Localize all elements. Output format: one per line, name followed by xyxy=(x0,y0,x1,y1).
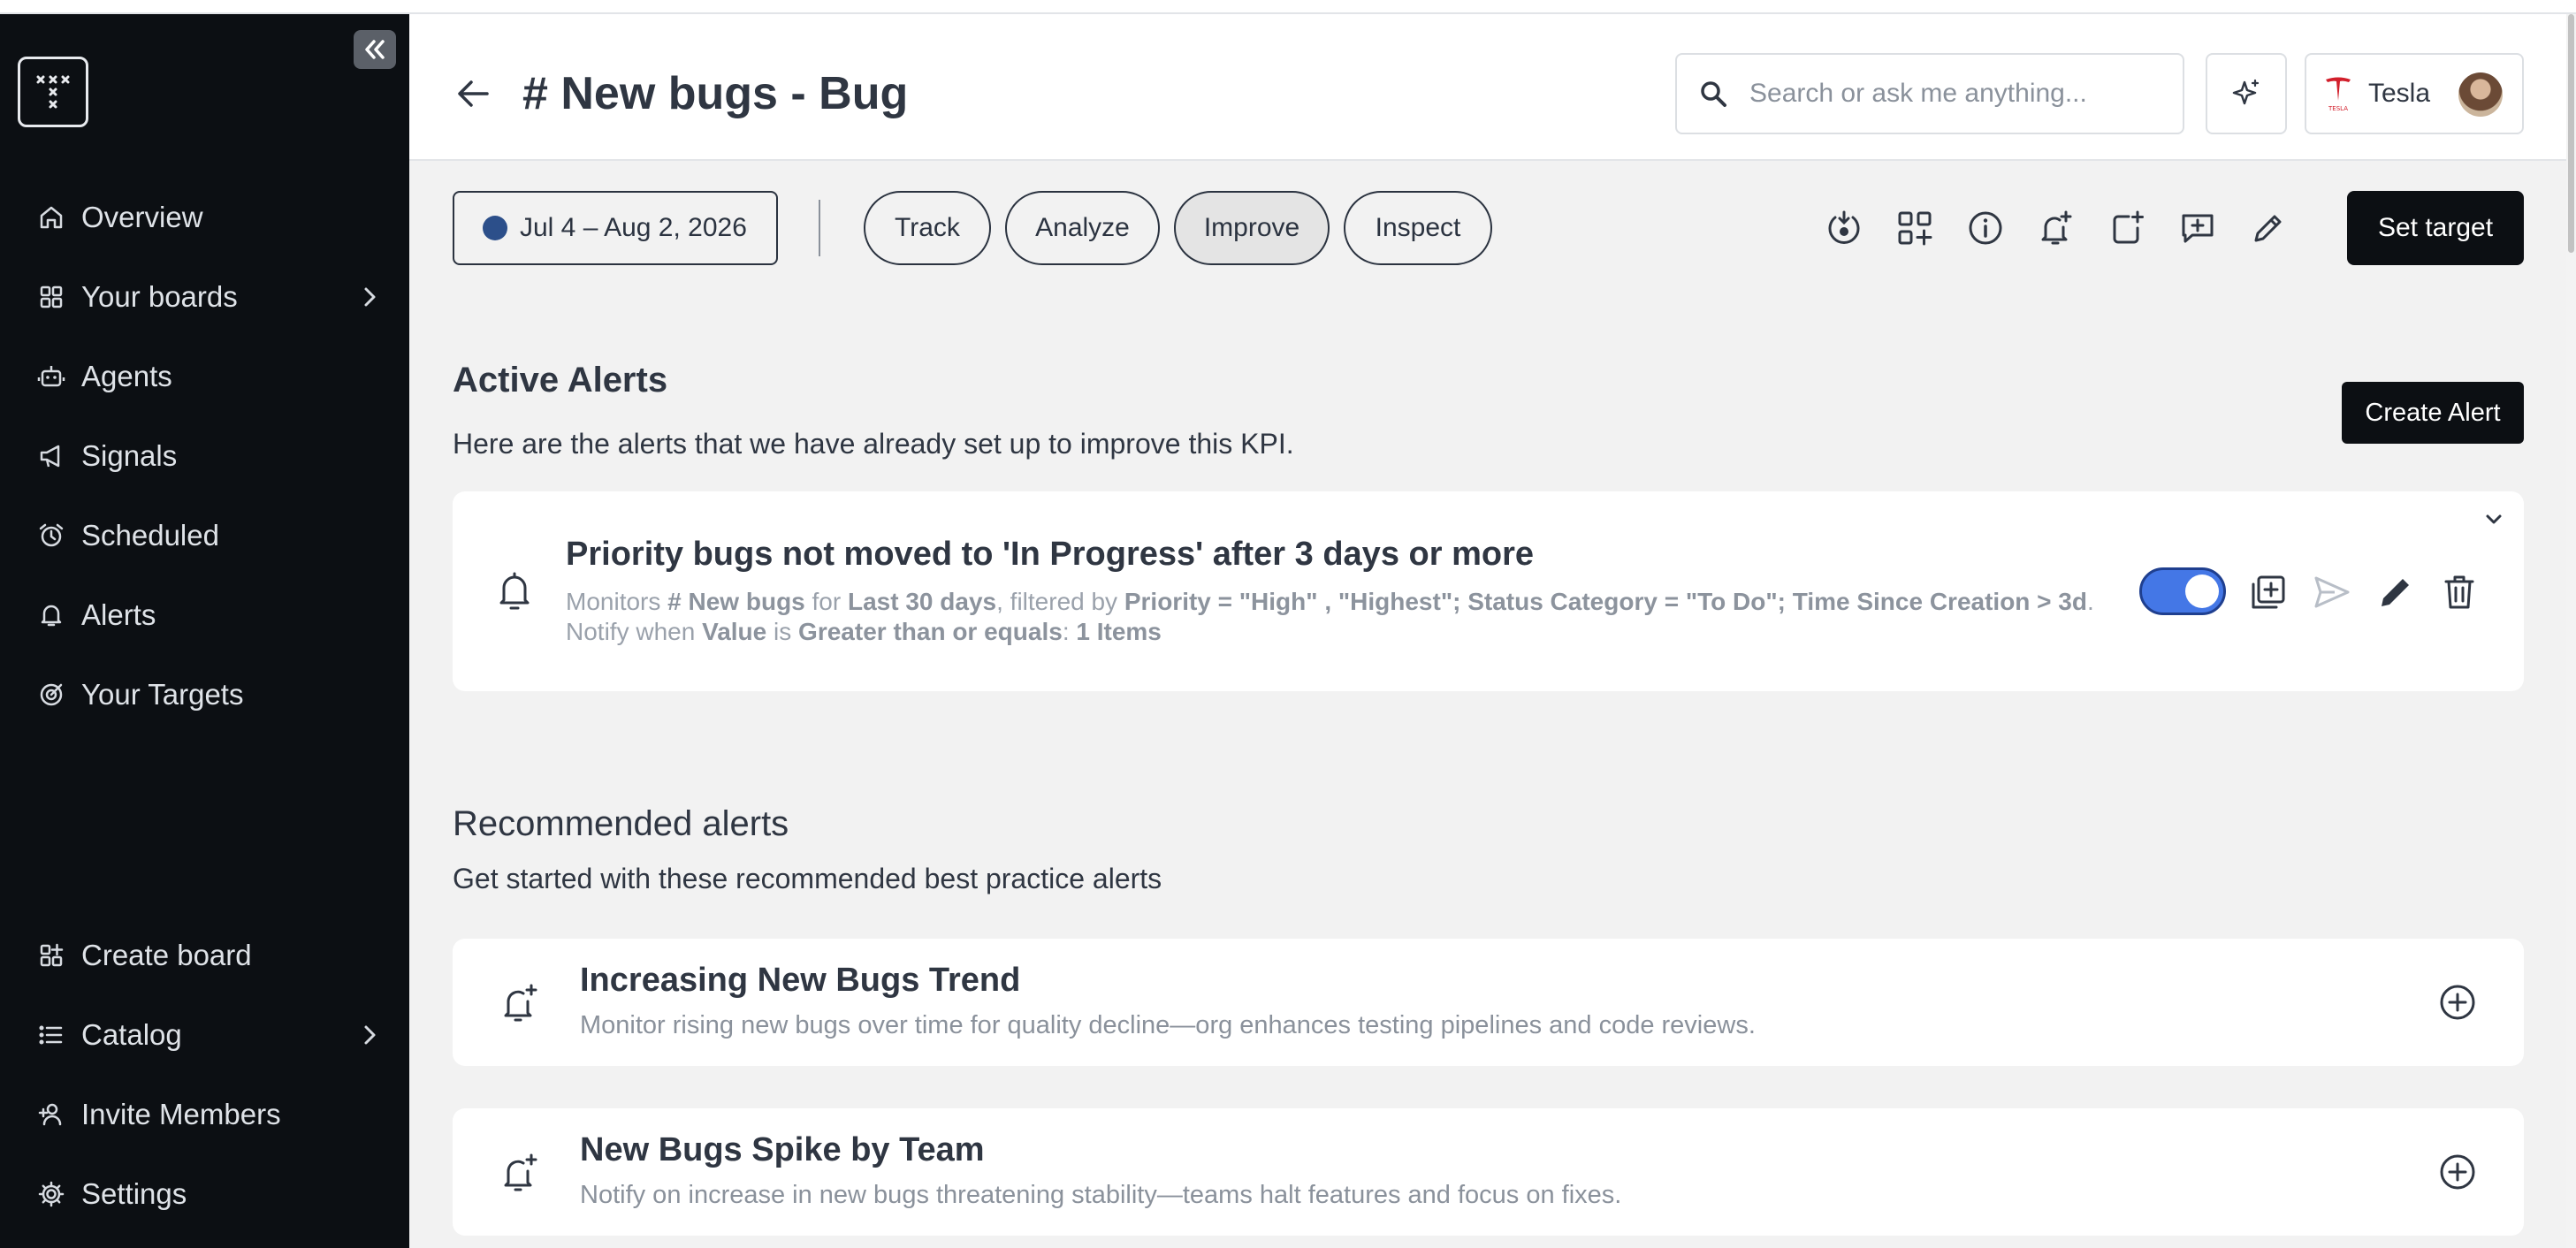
arrow-left-icon xyxy=(458,80,489,107)
sidebar-item-overview[interactable]: Overview xyxy=(34,191,387,244)
pencil-icon[interactable] xyxy=(2373,569,2419,615)
divider xyxy=(819,200,820,256)
sidebar-item-your-boards[interactable]: Your boards xyxy=(34,270,387,323)
sidebar-item-scheduled[interactable]: Scheduled xyxy=(34,509,387,562)
alert-card: Priority bugs not moved to 'In Progress'… xyxy=(453,491,2524,691)
alert-description: Monitors # New bugs for Last 30 days, fi… xyxy=(566,588,2094,645)
recommended-alert-card[interactable]: Increasing New Bugs Trend Monitor rising… xyxy=(453,939,2524,1066)
logo-icon xyxy=(36,75,70,109)
double-chevron-left-icon xyxy=(365,40,385,59)
page-header: # New bugs - Bug Search or ask me anythi… xyxy=(409,14,2566,161)
sparkle-icon xyxy=(2232,79,2260,105)
recommended-alert-title: Increasing New Bugs Trend xyxy=(580,962,1021,999)
duplicate-icon[interactable] xyxy=(2245,569,2291,615)
add-alert-icon[interactable] xyxy=(2033,205,2079,251)
add-user-icon xyxy=(34,1097,69,1132)
sidebar-item-label: Alerts xyxy=(81,598,156,631)
grid-icon xyxy=(34,279,69,315)
refresh-target-icon[interactable] xyxy=(1821,205,1867,251)
alert-enabled-toggle[interactable] xyxy=(2139,567,2226,615)
sidebar: Overview Your boards Agents Signals Sche… xyxy=(0,14,409,1248)
active-alerts-subtitle: Here are the alerts that we have already… xyxy=(453,428,1294,460)
sidebar-item-label: Catalog xyxy=(81,1018,182,1051)
date-range-picker[interactable]: Jul 4 – Aug 2, 2026 xyxy=(453,191,778,265)
add-widget-icon[interactable] xyxy=(1892,205,1938,251)
scroll-thumb[interactable] xyxy=(2568,14,2574,253)
bell-icon xyxy=(34,597,69,633)
trash-icon[interactable] xyxy=(2436,569,2482,615)
sidebar-item-label: Invite Members xyxy=(81,1098,281,1130)
tesla-logo-icon: TESLA xyxy=(2326,77,2351,112)
list-icon xyxy=(34,1017,69,1053)
sidebar-item-label: Your boards xyxy=(81,280,238,313)
recommended-alert-description: Notify on increase in new bugs threateni… xyxy=(580,1181,1622,1209)
browser-top-strip xyxy=(0,0,2576,14)
tab-improve[interactable]: Improve xyxy=(1174,191,1330,265)
sidebar-item-signals[interactable]: Signals xyxy=(34,430,387,483)
toggle-knob xyxy=(2185,575,2219,608)
bell-icon xyxy=(493,567,536,615)
alert-title: Priority bugs not moved to 'In Progress'… xyxy=(566,536,1534,573)
chevron-right-icon[interactable] xyxy=(352,279,387,315)
alarm-clock-icon xyxy=(34,518,69,553)
account-switcher[interactable]: TESLA Tesla xyxy=(2305,53,2524,134)
gear-icon xyxy=(34,1176,69,1212)
page-title: # New bugs - Bug xyxy=(522,68,909,119)
home-icon xyxy=(34,200,69,235)
sidebar-item-invite-members[interactable]: Invite Members xyxy=(34,1088,387,1141)
sidebar-item-label: Agents xyxy=(81,360,172,392)
sidebar-item-your-targets[interactable]: Your Targets xyxy=(34,668,387,721)
sidebar-item-label: Overview xyxy=(81,201,203,233)
collapse-sidebar-button[interactable] xyxy=(354,30,396,69)
svg-text:TESLA: TESLA xyxy=(2328,105,2348,112)
create-alert-button[interactable]: Create Alert xyxy=(2342,382,2524,444)
target-icon xyxy=(34,677,69,712)
sidebar-item-settings[interactable]: Settings xyxy=(34,1168,387,1221)
chevron-down-icon[interactable] xyxy=(2480,506,2508,534)
send-icon[interactable] xyxy=(2309,569,2355,615)
megaphone-icon xyxy=(34,438,69,474)
sidebar-item-alerts[interactable]: Alerts xyxy=(34,589,387,642)
recommended-subtitle: Get started with these recommended best … xyxy=(453,863,1162,894)
sidebar-item-label: Settings xyxy=(81,1177,187,1210)
tab-analyze[interactable]: Analyze xyxy=(1005,191,1160,265)
app-logo[interactable] xyxy=(18,57,88,127)
set-target-button[interactable]: Set target xyxy=(2347,191,2524,265)
account-name: Tesla xyxy=(2368,79,2431,108)
add-alert-icon xyxy=(497,1149,543,1197)
search-placeholder: Search or ask me anything... xyxy=(1749,79,2087,108)
recommended-title: Recommended alerts xyxy=(453,804,789,843)
date-range-label: Jul 4 – Aug 2, 2026 xyxy=(520,213,747,242)
search-input[interactable]: Search or ask me anything... xyxy=(1675,53,2184,134)
add-circle-icon[interactable] xyxy=(2435,979,2481,1025)
add-grid-icon xyxy=(34,938,69,973)
avatar[interactable] xyxy=(2458,72,2503,117)
date-dot-icon xyxy=(483,216,507,240)
info-icon[interactable] xyxy=(1962,205,2008,251)
sidebar-item-label: Your Targets xyxy=(81,678,244,711)
add-box-icon[interactable] xyxy=(2104,205,2150,251)
sidebar-item-label: Scheduled xyxy=(81,519,219,552)
ai-assistant-button[interactable] xyxy=(2206,53,2287,134)
pencil-icon[interactable] xyxy=(2245,205,2291,251)
scrollbar[interactable] xyxy=(2566,14,2576,1248)
recommended-alert-title: New Bugs Spike by Team xyxy=(580,1131,985,1168)
search-icon xyxy=(1701,81,1726,107)
sidebar-item-catalog[interactable]: Catalog xyxy=(34,1008,387,1062)
sidebar-item-label: Signals xyxy=(81,439,178,472)
tab-track[interactable]: Track xyxy=(864,191,991,265)
sidebar-item-create-board[interactable]: Create board xyxy=(34,929,387,982)
add-circle-icon[interactable] xyxy=(2435,1149,2481,1195)
add-comment-icon[interactable] xyxy=(2175,205,2221,251)
sidebar-item-label: Create board xyxy=(81,939,252,971)
recommended-alert-card[interactable]: New Bugs Spike by Team Notify on increas… xyxy=(453,1108,2524,1236)
active-alerts-title: Active Alerts xyxy=(453,361,668,400)
robot-icon xyxy=(34,359,69,394)
back-button[interactable] xyxy=(452,72,494,115)
sidebar-item-agents[interactable]: Agents xyxy=(34,350,387,403)
add-alert-icon xyxy=(497,979,543,1027)
chevron-right-icon[interactable] xyxy=(352,1017,387,1053)
tab-inspect[interactable]: Inspect xyxy=(1344,191,1492,265)
recommended-alert-description: Monitor rising new bugs over time for qu… xyxy=(580,1011,1756,1039)
